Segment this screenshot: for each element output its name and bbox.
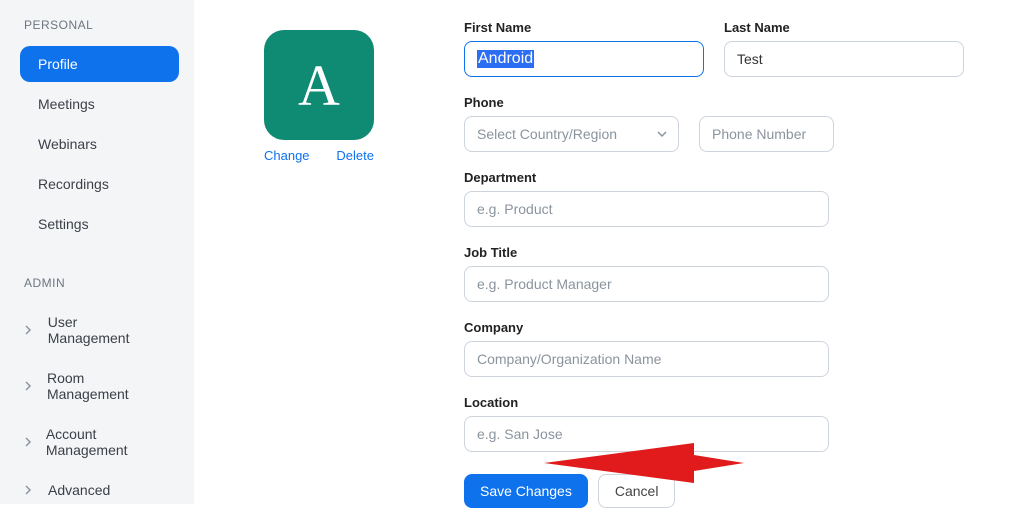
first-name-label: First Name bbox=[464, 20, 704, 35]
sidebar-item-advanced[interactable]: Advanced bbox=[20, 472, 179, 508]
avatar-initial: A bbox=[298, 52, 340, 119]
department-input[interactable]: e.g. Product bbox=[464, 191, 829, 227]
sidebar-item-webinars[interactable]: Webinars bbox=[20, 126, 179, 162]
sidebar-item-recordings[interactable]: Recordings bbox=[20, 166, 179, 202]
chevron-right-icon bbox=[24, 437, 36, 447]
job-title-input[interactable]: e.g. Product Manager bbox=[464, 266, 829, 302]
admin-header: ADMIN bbox=[24, 276, 179, 290]
location-label: Location bbox=[464, 395, 964, 410]
avatar-block: A Change Delete bbox=[264, 30, 374, 163]
chevron-down-icon bbox=[656, 125, 668, 143]
chevron-right-icon bbox=[24, 381, 37, 391]
avatar-delete-link[interactable]: Delete bbox=[336, 148, 374, 163]
sidebar: PERSONAL Profile Meetings Webinars Recor… bbox=[0, 0, 194, 504]
profile-form: First Name Android Last Name Test Phone … bbox=[464, 20, 964, 508]
chevron-right-icon bbox=[24, 485, 38, 495]
sidebar-item-account-management[interactable]: Account Management bbox=[20, 416, 179, 468]
sidebar-item-profile[interactable]: Profile bbox=[20, 46, 179, 82]
phone-label: Phone bbox=[464, 95, 964, 110]
phone-number-input[interactable]: Phone Number bbox=[699, 116, 834, 152]
location-input[interactable]: e.g. San Jose bbox=[464, 416, 829, 452]
personal-header: PERSONAL bbox=[24, 18, 179, 32]
avatar[interactable]: A bbox=[264, 30, 374, 140]
chevron-right-icon bbox=[24, 325, 38, 335]
cancel-button[interactable]: Cancel bbox=[598, 474, 676, 508]
save-changes-button[interactable]: Save Changes bbox=[464, 474, 588, 508]
country-select[interactable]: Select Country/Region bbox=[464, 116, 679, 152]
sidebar-item-meetings[interactable]: Meetings bbox=[20, 86, 179, 122]
last-name-label: Last Name bbox=[724, 20, 964, 35]
last-name-input[interactable]: Test bbox=[724, 41, 964, 77]
company-input[interactable]: Company/Organization Name bbox=[464, 341, 829, 377]
avatar-change-link[interactable]: Change bbox=[264, 148, 310, 163]
job-title-label: Job Title bbox=[464, 245, 964, 260]
first-name-input[interactable]: Android bbox=[464, 41, 704, 77]
main-content: A Change Delete First Name Android Last … bbox=[194, 0, 1024, 504]
company-label: Company bbox=[464, 320, 964, 335]
sidebar-item-user-management[interactable]: User Management bbox=[20, 304, 179, 356]
sidebar-item-room-management[interactable]: Room Management bbox=[20, 360, 179, 412]
department-label: Department bbox=[464, 170, 964, 185]
sidebar-item-settings[interactable]: Settings bbox=[20, 206, 179, 242]
